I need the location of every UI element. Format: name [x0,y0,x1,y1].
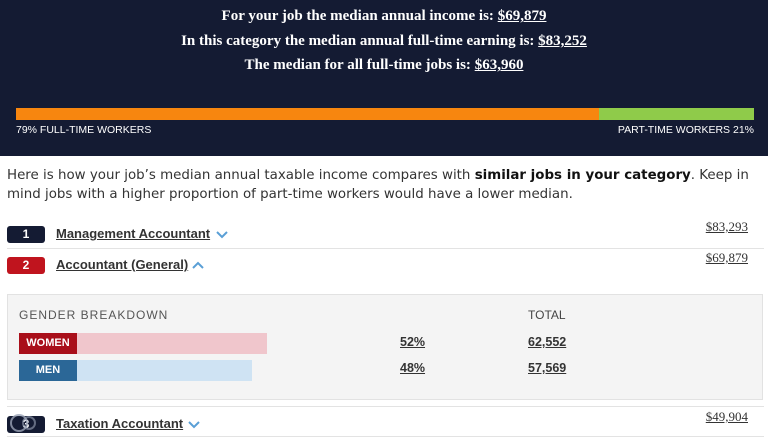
full-time-segment [16,108,600,120]
part-time-segment [599,108,754,120]
job-row-2[interactable]: 2 Accountant (General) $69,879 [7,249,764,279]
summary-header: For your job the median annual income is… [0,0,768,156]
job-amount[interactable]: $69,879 [706,250,748,266]
worker-split-bar [16,108,754,120]
headline-category-median: In this category the median annual full-… [181,33,587,49]
job-amount[interactable]: $49,904 [706,409,748,425]
job-amount[interactable]: $83,293 [706,219,748,235]
women-total[interactable]: 62,552 [528,335,566,349]
women-bar [77,333,267,354]
job-name-link[interactable]: Management Accountant [56,226,210,241]
gender-breakdown-panel: GENDER BREAKDOWN TOTAL WOMEN 52% 62,552 … [7,294,763,400]
job-name-link[interactable]: Taxation Accountant [56,416,183,431]
men-bar [77,360,253,381]
job-name-link[interactable]: Accountant (General) [56,257,188,272]
chevron-down-icon[interactable] [215,228,229,240]
row-divider [7,436,764,437]
watermark-logo-icon [10,414,36,432]
job-median-link[interactable]: $69,879 [498,8,547,24]
job-row-3[interactable]: 3 Taxation Accountant $49,904 [7,408,764,438]
all-median-link[interactable]: $63,960 [475,57,524,73]
chevron-up-icon[interactable] [191,259,205,271]
row-divider [7,406,764,407]
chevron-down-icon[interactable] [187,418,201,430]
women-label: WOMEN [19,333,77,354]
gender-breakdown-heading: GENDER BREAKDOWN [19,308,169,322]
full-time-label: 79% FULL-TIME WORKERS [16,124,152,136]
category-median-link[interactable]: $83,252 [538,33,587,49]
job-row-1[interactable]: 1 Management Accountant $83,293 [7,218,764,248]
headline-all-median: The median for all full-time jobs is: $6… [244,57,524,73]
rank-badge: 2 [7,257,45,274]
rank-badge: 1 [7,226,45,243]
headline-job-median: For your job the median annual income is… [221,8,547,24]
part-time-label: PART-TIME WORKERS 21% [617,124,754,136]
total-heading: TOTAL [528,308,566,322]
intro-text: Here is how your job’s median annual tax… [7,168,749,202]
men-label: MEN [19,360,77,381]
men-percent[interactable]: 48% [400,361,425,375]
men-total[interactable]: 57,569 [528,361,566,375]
women-percent[interactable]: 52% [400,335,425,349]
